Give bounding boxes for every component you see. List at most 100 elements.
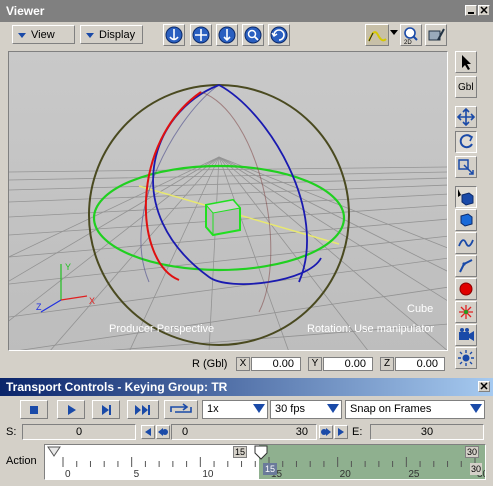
display-menu-button[interactable]: Display	[80, 25, 143, 44]
y-value-field[interactable]: 0.00	[323, 357, 373, 371]
minimize-icon	[468, 12, 474, 14]
roll-button[interactable]	[268, 24, 290, 46]
fps-dropdown[interactable]: 30 fps	[270, 400, 342, 419]
current-frame-handle[interactable]	[254, 445, 268, 461]
display-menu-label: Display	[99, 29, 136, 41]
action-label: Action	[6, 455, 37, 467]
move-arrows-icon	[456, 107, 476, 127]
translate-tool-button[interactable]	[455, 106, 477, 128]
play-button[interactable]	[57, 400, 85, 419]
current-frame-label: 15	[263, 463, 277, 475]
action-timeline[interactable]: 051015202530 15 15 30 30	[44, 444, 489, 480]
fast-forward-end-icon	[135, 405, 150, 415]
timeline-start-handle[interactable]	[47, 446, 61, 462]
cube-object[interactable]	[205, 198, 241, 237]
transport-title: Transport Controls - Keying Group: TR	[6, 380, 228, 394]
camera-icon	[459, 328, 474, 341]
light-tool-button[interactable]	[455, 301, 477, 323]
playback-speed-dropdown[interactable]: 1x	[202, 400, 268, 419]
minimize-button[interactable]	[465, 5, 477, 16]
gbl-label: Gbl	[458, 82, 474, 93]
start-frame-field[interactable]: 0	[22, 424, 136, 440]
close-button[interactable]	[478, 5, 490, 16]
close-icon	[480, 6, 488, 14]
svg-text:Z: Z	[36, 302, 42, 312]
ruler-tick-label: 0	[65, 469, 71, 479]
bone-tool-button[interactable]	[455, 255, 477, 277]
select-tool-button[interactable]	[455, 51, 477, 73]
primitive-cube-button[interactable]	[455, 209, 477, 231]
scale-tool-button[interactable]	[455, 156, 477, 178]
zoom-icon	[244, 26, 262, 44]
sun-light-button[interactable]	[455, 347, 477, 369]
arrow-right-icon	[338, 428, 344, 436]
roll-icon	[270, 26, 288, 44]
svg-text:2D: 2D	[404, 40, 412, 45]
orbit-icon	[165, 26, 183, 44]
view-2d-button[interactable]: 2D	[400, 24, 422, 46]
bone-icon	[459, 259, 473, 273]
rotation-mode-label: Rotation: Use manipulator	[307, 323, 435, 335]
loop-button[interactable]	[164, 400, 198, 419]
ruler-tick-label: 10	[202, 469, 214, 479]
arrow-pointer-icon	[462, 55, 471, 70]
transport-close-button[interactable]	[478, 381, 490, 392]
play-icon	[68, 405, 76, 415]
fps-value: 30 fps	[275, 403, 305, 415]
start-label: S:	[6, 426, 17, 438]
loop-icon	[170, 403, 192, 413]
playhead-icon	[254, 445, 268, 460]
go-to-end-button[interactable]	[127, 400, 159, 419]
range-start-prev-button[interactable]	[141, 425, 155, 439]
curve-tool-button[interactable]	[455, 232, 477, 254]
camera-pencil-icon	[428, 28, 445, 41]
playback-speed-value: 1x	[207, 403, 219, 415]
range-end-handle-button[interactable]	[319, 425, 333, 439]
range-bar[interactable]: 0 30	[171, 424, 317, 440]
3d-viewport[interactable]: Y X Z Producer Perspective Cube Rotation…	[8, 51, 448, 351]
snap-mode-value: Snap on Frames	[350, 403, 432, 415]
curve-dropdown-icon[interactable]	[390, 30, 398, 35]
range-end-value: 30	[295, 426, 308, 438]
camera-tool-button[interactable]	[455, 324, 477, 346]
range-handle-left-icon	[158, 428, 168, 436]
x-value-field[interactable]: 0.00	[251, 357, 301, 371]
stop-button[interactable]	[20, 400, 48, 419]
cube-arrow-icon	[458, 189, 474, 206]
arrow-left-icon	[145, 428, 151, 436]
create-object-button[interactable]	[455, 186, 477, 208]
camera-label: Producer Perspective	[109, 323, 215, 335]
ruler-tick-label: 5	[134, 469, 140, 479]
range-start-value: 0	[182, 426, 189, 438]
range-start-handle-button[interactable]	[156, 425, 170, 439]
pan-button[interactable]	[190, 24, 212, 46]
rotate-icon	[459, 134, 474, 149]
step-forward-button[interactable]	[92, 400, 120, 419]
record-button[interactable]	[455, 278, 477, 300]
selection-label: Cube	[407, 303, 434, 315]
range-handle-right-icon	[321, 428, 331, 436]
chevron-down-icon	[253, 404, 265, 413]
ruler-tick-label: 20	[340, 469, 352, 479]
z-value-field[interactable]: 0.00	[395, 357, 445, 371]
magnify-2d-icon: 2D	[404, 27, 418, 46]
cube-icon	[460, 213, 473, 227]
camera-settings-button[interactable]	[425, 24, 447, 46]
y-axis-label: Y	[308, 357, 322, 371]
snap-mode-dropdown[interactable]: Snap on Frames	[345, 400, 485, 419]
rotation-space-label: R (Gbl)	[192, 358, 228, 370]
viewer-title-bar: Viewer	[0, 0, 493, 22]
orbit-button[interactable]	[163, 24, 185, 46]
curve-mode-button[interactable]	[365, 24, 389, 46]
spark-icon	[459, 305, 473, 319]
view-menu-button[interactable]: View	[12, 25, 75, 44]
keyed-range	[259, 445, 485, 479]
end-frame-field[interactable]: 30	[370, 424, 484, 440]
rotate-tool-button[interactable]	[455, 131, 477, 153]
dolly-button[interactable]	[216, 24, 238, 46]
zoom-button[interactable]	[242, 24, 264, 46]
range-end-next-button[interactable]	[334, 425, 348, 439]
handle-left-icon	[47, 446, 61, 457]
global-space-button[interactable]: Gbl	[455, 76, 477, 98]
transport-title-bar: Transport Controls - Keying Group: TR	[0, 378, 493, 396]
